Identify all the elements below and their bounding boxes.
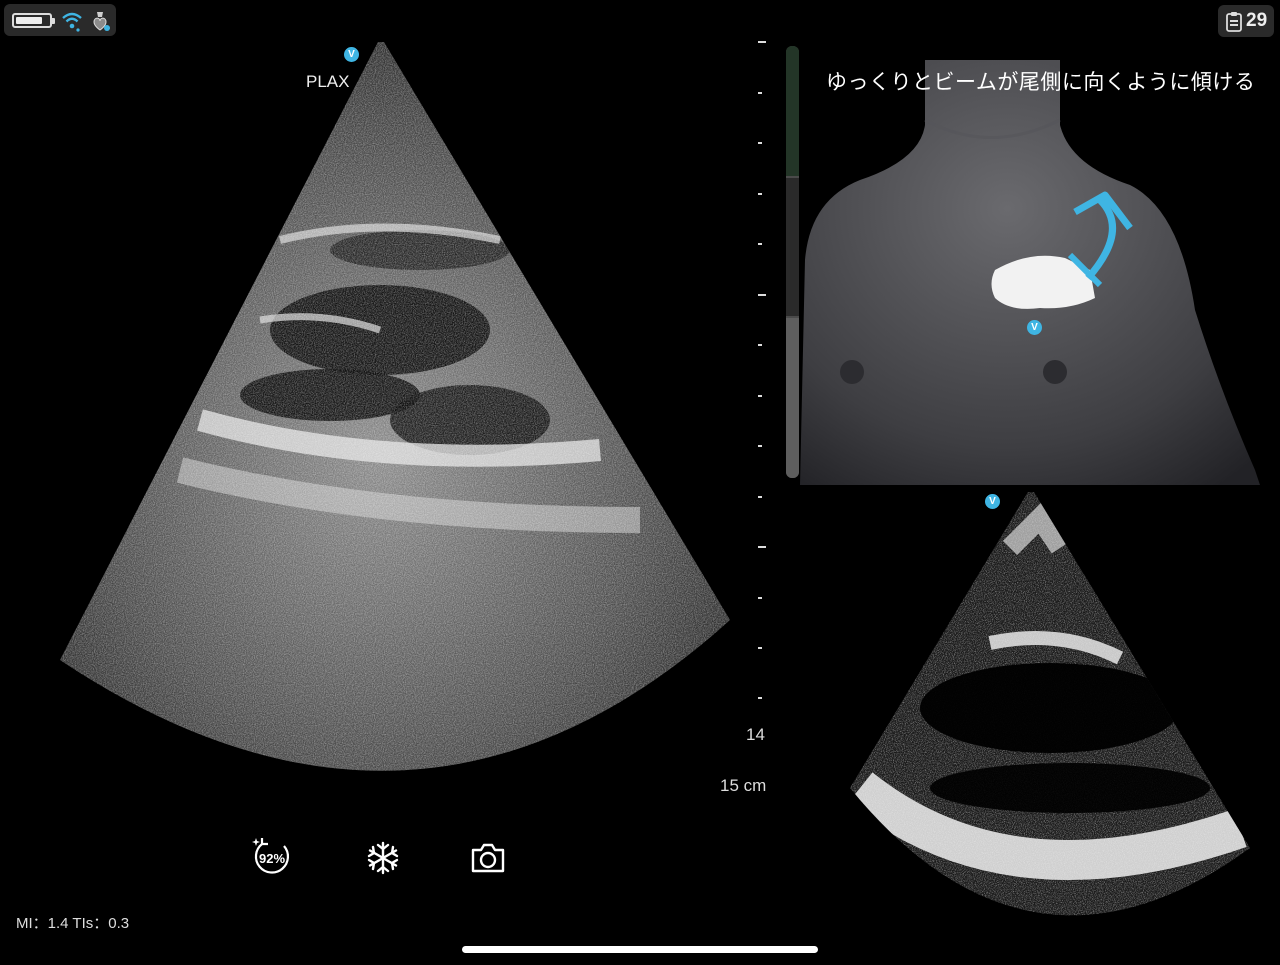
camera-icon — [471, 843, 505, 873]
freeze-button[interactable] — [361, 836, 405, 880]
probe-guidance-illustration — [800, 60, 1260, 485]
snowflake-icon — [367, 841, 399, 875]
auto-quality-icon: 92% — [252, 838, 289, 874]
auto-preset-label: 92% — [259, 851, 285, 866]
auto-preset-button[interactable]: 92% — [250, 834, 294, 878]
orientation-marker: V — [344, 47, 359, 62]
probe-orientation-marker: V — [1027, 320, 1042, 335]
guidance-instruction: ゆっくりとビームが尾側に向くように傾ける — [826, 71, 1256, 94]
capture-button[interactable] — [466, 836, 510, 880]
clip-counter[interactable]: 29 — [1218, 5, 1274, 37]
main-ultrasound-image[interactable] — [0, 0, 760, 830]
reference-orientation-marker: V — [985, 494, 1000, 509]
clip-count: 29 — [1246, 10, 1268, 31]
home-indicator[interactable] — [462, 946, 818, 953]
clipboard-icon — [1226, 12, 1242, 32]
view-label: PLAX — [306, 72, 350, 91]
mi-tis-readout: MI：1.4 TIs：0.3 — [16, 915, 130, 932]
depth-label-max: 15 cm — [720, 776, 767, 795]
quality-indicator-bar — [786, 46, 799, 478]
reference-ultrasound-image — [850, 492, 1250, 916]
depth-label-14: 14 — [746, 725, 765, 744]
